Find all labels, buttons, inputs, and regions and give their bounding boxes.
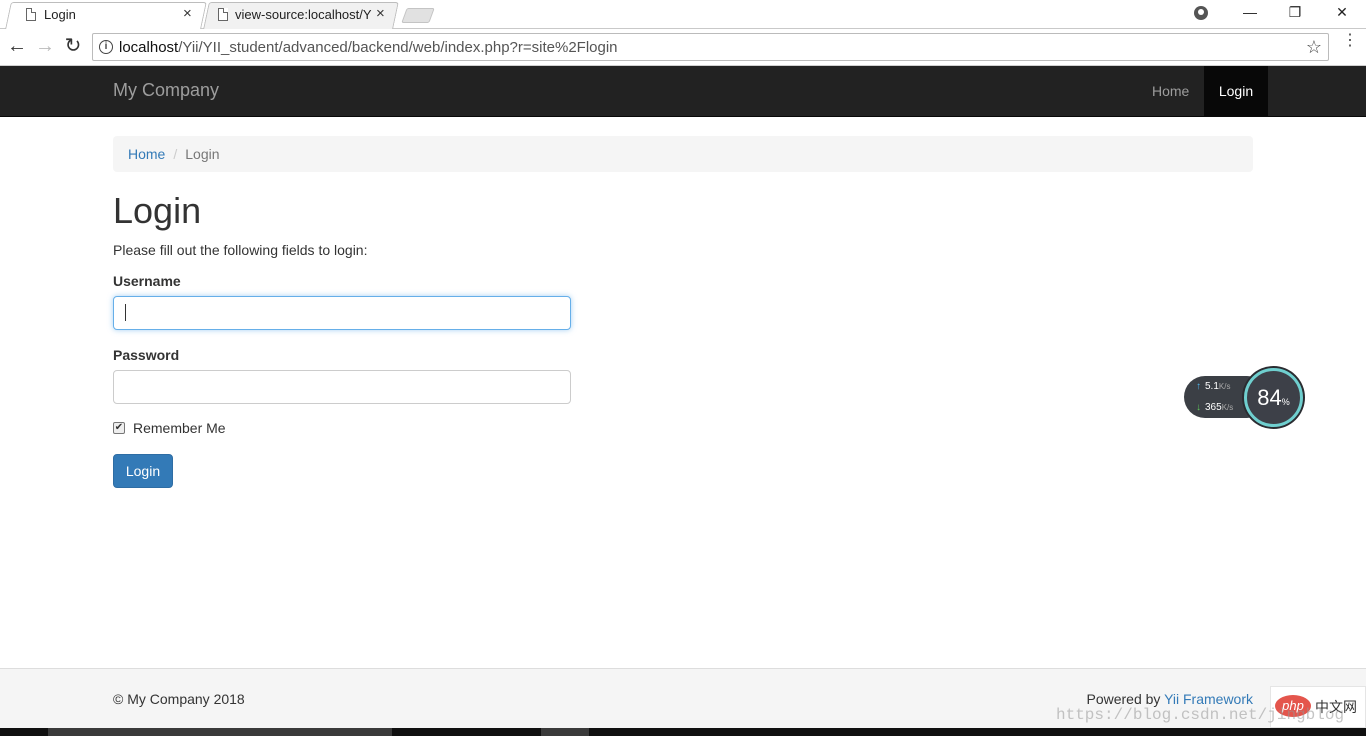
maximize-icon[interactable]: ❐ [1285,4,1305,21]
close-window-icon[interactable]: ✕ [1332,4,1352,21]
back-icon[interactable]: ← [6,36,28,58]
site-navbar: My Company Home Login [0,66,1366,117]
footer-copyright: © My Company 2018 [113,691,245,707]
intro-text: Please fill out the following fields to … [113,242,368,258]
os-taskbar [0,728,1366,736]
browser-tab-strip: Login × view-source:localhost/Y × — ❐ ✕ [0,0,1366,30]
nav-item-login[interactable]: Login [1204,66,1268,116]
page-icon [218,8,228,21]
upload-arrow-icon: ↑ [1196,381,1201,392]
text-caret [125,304,126,321]
tab-close-icon[interactable]: × [183,5,192,23]
tab-title: view-source:localhost/Y [235,7,372,22]
address-url: localhost/Yii/YII_student/advanced/backe… [119,39,618,56]
navbar-brand[interactable]: My Company [113,80,219,101]
tab-title: Login [44,7,76,22]
breadcrumb-separator: / [173,146,178,162]
watermark: https://blog.csdn.net/jingblog [1056,706,1345,724]
address-bar[interactable]: i localhost/Yii/YII_student/advanced/bac… [92,33,1329,61]
reload-icon[interactable]: ↻ [62,36,84,58]
gauge-percent-sign: % [1281,397,1290,407]
upload-speed: ↑ 5.1K/s [1196,381,1231,392]
tab-close-icon[interactable]: × [376,5,385,23]
info-icon[interactable]: i [99,40,113,54]
minimize-icon[interactable]: — [1240,4,1260,20]
remember-me[interactable]: ✔ Remember Me [113,420,226,436]
nav-item-home[interactable]: Home [1137,66,1204,116]
bookmark-star-icon[interactable]: ☆ [1306,37,1322,58]
yii-framework-link[interactable]: Yii Framework [1164,691,1253,707]
footer-powered-by: Powered by Yii Framework [1086,691,1253,707]
username-label: Username [113,273,181,289]
password-label: Password [113,347,180,363]
browser-menu-icon[interactable]: ⋮ [1342,33,1358,49]
breadcrumb-home-link[interactable]: Home [128,146,165,162]
forward-icon[interactable]: → [34,36,56,58]
username-field[interactable] [113,296,571,330]
memory-usage-gauge[interactable]: 84% [1244,368,1303,427]
remember-me-checkbox[interactable]: ✔ [113,422,125,434]
new-tab-button[interactable] [401,8,435,23]
breadcrumb-current: Login [185,146,220,162]
taskbar-item[interactable] [541,728,589,736]
gauge-value: 84 [1257,385,1282,410]
remember-me-label: Remember Me [133,420,226,436]
browser-toolbar: ← → ↻ i localhost/Yii/YII_student/advanc… [0,30,1366,66]
tab-login[interactable]: Login × [5,2,207,29]
breadcrumb: Home / Login [113,136,1253,172]
profile-icon[interactable] [1194,6,1208,20]
page-icon [26,8,36,21]
download-arrow-icon: ↓ [1196,402,1201,413]
page-title: Login [113,190,202,231]
download-speed: ↓ 365K/s [1196,402,1234,413]
password-field[interactable] [113,370,571,404]
taskbar-item[interactable] [48,728,392,736]
tab-view-source[interactable]: view-source:localhost/Y × [203,2,399,29]
login-button[interactable]: Login [113,454,173,488]
